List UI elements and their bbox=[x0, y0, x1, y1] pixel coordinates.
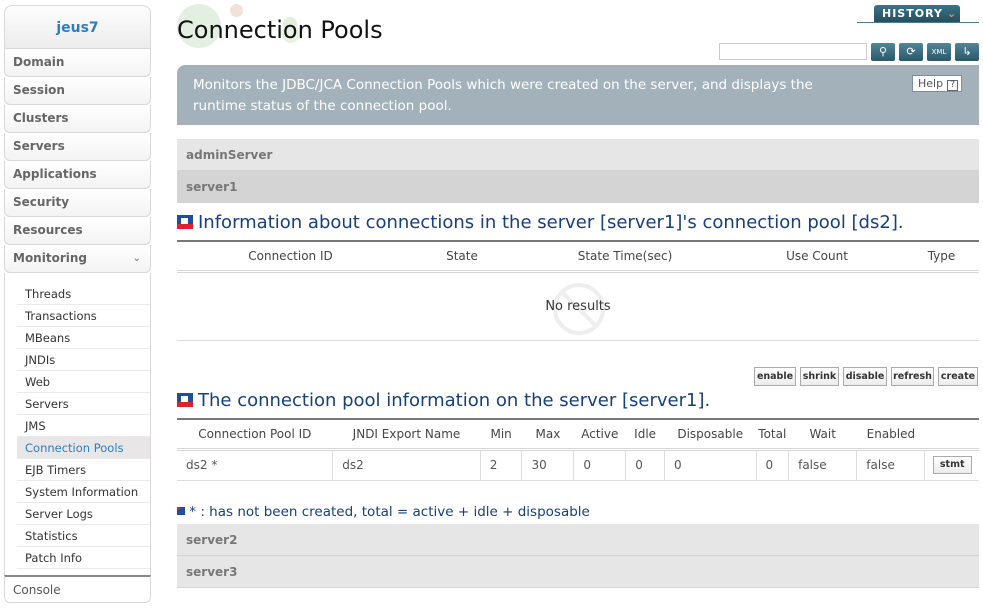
column-header[interactable]: Active bbox=[573, 419, 626, 451]
sidebar-item-label: Monitoring bbox=[13, 251, 87, 265]
pools-title-text: The connection pool information on the s… bbox=[198, 390, 711, 411]
submenu-item-patch-info[interactable]: Patch Info bbox=[17, 547, 150, 569]
enable-button[interactable]: enable bbox=[754, 367, 796, 386]
submenu-item-mbeans[interactable]: MBeans bbox=[17, 327, 150, 349]
table-row[interactable]: ds2 * ds2 2 30 0 0 0 0 false false stmt bbox=[177, 449, 979, 481]
connections-table: Connection ID State State Time(sec) Use … bbox=[177, 240, 979, 273]
column-header[interactable]: Enabled bbox=[856, 419, 925, 451]
section-bullet-icon bbox=[177, 215, 193, 229]
sidebar-header[interactable]: jeus7 bbox=[4, 5, 151, 49]
sidebar-item-monitoring[interactable]: Monitoring ⌄ bbox=[4, 245, 151, 273]
create-button[interactable]: create bbox=[938, 367, 978, 386]
submenu-item-server-logs[interactable]: Server Logs bbox=[17, 503, 150, 525]
column-header[interactable]: State bbox=[404, 241, 520, 273]
total-cell: 0 bbox=[756, 449, 790, 481]
disable-button[interactable]: disable bbox=[843, 367, 887, 386]
submenu-item-connection-pools[interactable]: Connection Pools bbox=[17, 437, 150, 459]
note-bullet-icon bbox=[177, 507, 185, 515]
sidebar-item-domain[interactable]: Domain bbox=[4, 49, 151, 77]
sidebar-item-resources[interactable]: Resources bbox=[4, 217, 151, 245]
submenu-item-system-information[interactable]: System Information bbox=[17, 481, 150, 503]
section-bullet-icon bbox=[177, 393, 193, 407]
sidebar-item-servers[interactable]: Servers bbox=[4, 133, 151, 161]
submenu-item-web[interactable]: Web bbox=[17, 371, 150, 393]
submenu-item-threads[interactable]: Threads bbox=[17, 283, 150, 305]
reload-icon[interactable]: ⟳ bbox=[899, 43, 923, 61]
history-button[interactable]: HISTORY ⌄ bbox=[874, 5, 960, 23]
column-header[interactable]: Min bbox=[480, 419, 522, 451]
server-row-server1[interactable]: server1 bbox=[177, 171, 979, 203]
pools-table: Connection Pool ID JNDI Export Name Min … bbox=[177, 418, 979, 481]
column-header[interactable]: Connection Pool ID bbox=[177, 419, 333, 451]
empty-state: No results bbox=[177, 273, 979, 341]
column-header[interactable]: Connection ID bbox=[177, 241, 404, 273]
active-cell: 0 bbox=[573, 449, 627, 481]
chevron-down-icon: ⌄ bbox=[132, 253, 141, 264]
stmt-cell: stmt bbox=[924, 449, 979, 481]
sidebar-item-applications[interactable]: Applications bbox=[4, 161, 151, 189]
column-header[interactable]: JNDI Export Name bbox=[332, 419, 481, 451]
footnote-text: * : has not been created, total = active… bbox=[189, 504, 590, 520]
server-row-adminserver[interactable]: adminServer bbox=[177, 139, 979, 171]
help-label: Help bbox=[918, 77, 944, 90]
column-header[interactable]: Max bbox=[521, 419, 574, 451]
wait-cell: false bbox=[788, 449, 858, 481]
submenu-item-transactions[interactable]: Transactions bbox=[17, 305, 150, 327]
min-cell: 2 bbox=[480, 449, 523, 481]
stmt-button[interactable]: stmt bbox=[932, 456, 972, 474]
page-title: Connection Pools bbox=[177, 16, 383, 44]
sidebar-item-console[interactable]: Console bbox=[4, 575, 151, 603]
idle-cell: 0 bbox=[625, 449, 665, 481]
search-icon[interactable]: ⚲ bbox=[871, 43, 895, 61]
enabled-cell: false bbox=[856, 449, 926, 481]
submenu-item-servers[interactable]: Servers bbox=[17, 393, 150, 415]
shrink-button[interactable]: shrink bbox=[800, 367, 839, 386]
sidebar-item-session[interactable]: Session bbox=[4, 77, 151, 105]
empty-state-text: No results bbox=[545, 299, 611, 314]
server-row-server3[interactable]: server3 bbox=[177, 556, 979, 588]
column-header[interactable]: State Time(sec) bbox=[520, 241, 730, 273]
refresh-button[interactable]: refresh bbox=[891, 367, 934, 386]
column-header bbox=[924, 419, 979, 451]
xml-export-icon[interactable]: XML bbox=[927, 43, 951, 61]
column-header[interactable]: Wait bbox=[788, 419, 857, 451]
column-header[interactable]: Use Count bbox=[730, 241, 904, 273]
search-input[interactable] bbox=[719, 43, 867, 60]
sidebar-item-clusters[interactable]: Clusters bbox=[4, 105, 151, 133]
chevron-down-icon: ⌄ bbox=[946, 7, 958, 20]
description-banner: Monitors the JDBC/JCA Connection Pools w… bbox=[177, 65, 979, 125]
column-header[interactable]: Disposable bbox=[664, 419, 757, 451]
sidebar-item-security[interactable]: Security bbox=[4, 189, 151, 217]
disposable-cell: 0 bbox=[664, 449, 757, 481]
monitoring-submenu: Threads Transactions MBeans JNDIs Web Se… bbox=[4, 273, 151, 575]
submenu-item-ejb-timers[interactable]: EJB Timers bbox=[17, 459, 150, 481]
connections-title-text: Information about connections in the ser… bbox=[198, 212, 904, 233]
question-icon: ? bbox=[947, 80, 959, 91]
footnote: * : has not been created, total = active… bbox=[177, 504, 590, 520]
history-underline bbox=[857, 22, 979, 23]
column-header[interactable]: Type bbox=[904, 241, 979, 273]
restore-icon[interactable]: ↳ bbox=[955, 43, 979, 61]
max-cell: 30 bbox=[521, 449, 575, 481]
submenu-item-statistics[interactable]: Statistics bbox=[17, 525, 150, 547]
column-header[interactable]: Total bbox=[756, 419, 789, 451]
jndi-cell: ds2 bbox=[332, 449, 481, 481]
description-text: Monitors the JDBC/JCA Connection Pools w… bbox=[193, 77, 813, 114]
pool-id-cell[interactable]: ds2 * bbox=[177, 449, 334, 481]
sidebar: jeus7 Domain Session Clusters Servers Ap… bbox=[4, 5, 151, 613]
history-label: HISTORY bbox=[882, 7, 943, 20]
server-row-server2[interactable]: server2 bbox=[177, 524, 979, 556]
help-button[interactable]: Help? bbox=[912, 75, 962, 92]
submenu-item-jndis[interactable]: JNDIs bbox=[17, 349, 150, 371]
pools-section-title: The connection pool information on the s… bbox=[177, 390, 710, 411]
submenu-item-jms[interactable]: JMS bbox=[17, 415, 150, 437]
column-header[interactable]: Idle bbox=[625, 419, 665, 451]
connections-section-title: Information about connections in the ser… bbox=[177, 212, 904, 233]
